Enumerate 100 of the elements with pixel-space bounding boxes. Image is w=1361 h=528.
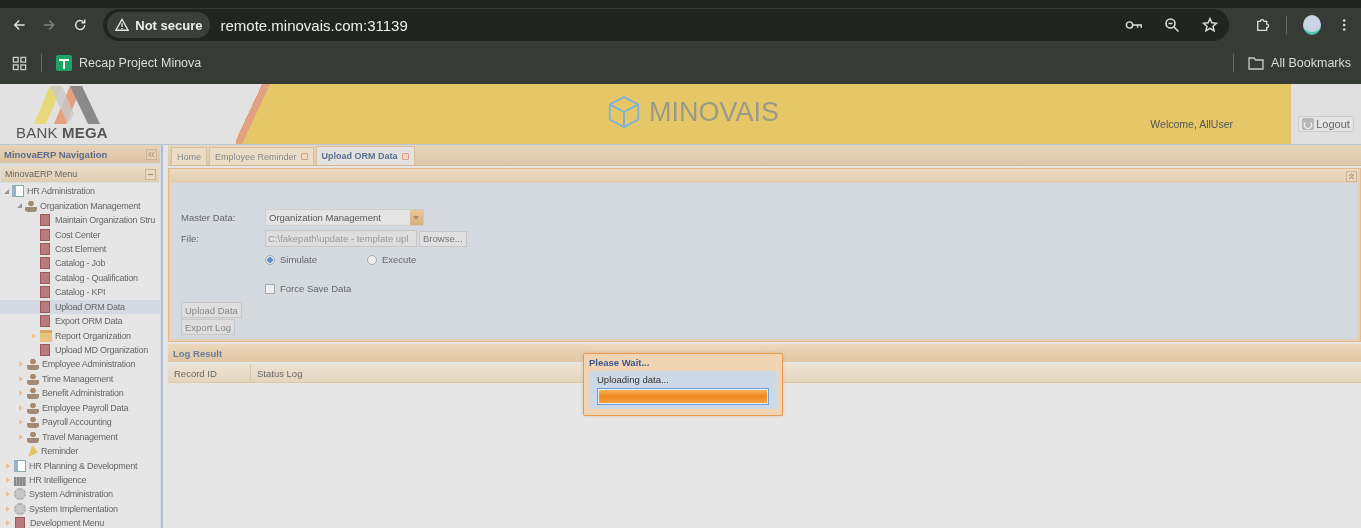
expand-arrow-icon[interactable] [6, 476, 10, 483]
welcome-text: Welcome, AllUser [1150, 118, 1233, 130]
logo-mark [32, 84, 102, 124]
tree-item[interactable]: Development Menu [0, 516, 160, 528]
tree-item[interactable]: Upload ORM Data [0, 299, 160, 314]
apps-grid-icon[interactable] [12, 55, 27, 71]
forward-icon[interactable] [42, 17, 57, 33]
gear-icon [14, 502, 26, 515]
log-result-title: Log Result [173, 347, 223, 359]
book-icon [14, 459, 26, 472]
minimize-icon[interactable] [145, 168, 156, 180]
document-icon [40, 214, 50, 227]
person-icon [27, 387, 39, 400]
book-icon [12, 185, 24, 198]
tree-item[interactable]: Catalog - Job [0, 256, 160, 271]
radio-option[interactable]: Execute [366, 254, 417, 265]
power-icon [1302, 118, 1315, 130]
close-icon[interactable] [401, 152, 409, 160]
action-button[interactable]: Upload Data [181, 302, 242, 318]
zoom-out-icon[interactable] [1163, 17, 1182, 33]
document-icon [40, 300, 50, 313]
expand-arrow-icon[interactable] [19, 419, 23, 426]
tree-item[interactable]: Travel Management [0, 429, 160, 444]
tree-item[interactable]: Catalog - KPI [0, 285, 160, 300]
back-icon[interactable] [12, 17, 27, 33]
cube-logo-icon [607, 95, 641, 129]
tree-item[interactable]: HR Planning & Development [0, 458, 160, 473]
expand-arrow-icon[interactable] [6, 491, 10, 498]
reload-icon[interactable] [72, 17, 88, 33]
tree-item[interactable]: HR Intelligence [0, 472, 160, 488]
profile-avatar[interactable] [1302, 15, 1321, 35]
logout-button[interactable]: Logout [1298, 116, 1354, 132]
person-icon [27, 416, 39, 429]
tree-item[interactable]: HR Administration [0, 184, 160, 199]
person-icon [27, 401, 39, 414]
action-button[interactable]: Export Log [181, 319, 235, 335]
field-label: File: [181, 233, 200, 244]
tree-item[interactable]: Report Organization [0, 328, 160, 343]
expand-arrow-icon[interactable] [19, 433, 23, 440]
tab[interactable]: Employee Reminder [209, 147, 314, 165]
expand-arrow-icon[interactable] [19, 375, 23, 382]
browse-button[interactable]: Browse... [419, 230, 467, 247]
expand-arrow-icon[interactable] [19, 404, 23, 411]
expand-arrow-icon[interactable] [19, 390, 23, 397]
expand-arrow-icon[interactable] [6, 462, 10, 469]
force-save-checkbox[interactable]: Force Save Data [265, 283, 352, 294]
puzzle-icon[interactable] [1255, 17, 1270, 33]
person-icon [25, 199, 37, 212]
dialog-title: Please Wait... [589, 356, 651, 370]
tab[interactable]: Home [171, 147, 207, 165]
document-icon [40, 228, 50, 241]
field-label: Master Data: [181, 212, 237, 223]
document-icon [40, 242, 50, 255]
collapse-icon[interactable] [146, 148, 157, 160]
tree-item[interactable]: Employee Payroll Data [0, 400, 160, 415]
tree-item[interactable]: Organization Management [0, 198, 160, 213]
tree-item[interactable]: Reminder [0, 443, 160, 459]
menu-title: MinovaERP Menu [5, 169, 78, 179]
star-icon[interactable] [1201, 17, 1220, 33]
tree-item[interactable]: System Administration [0, 487, 160, 502]
document-icon [15, 517, 25, 528]
tree-item[interactable]: Maintain Organization Stru [0, 212, 160, 228]
tree-item[interactable]: System Implementation [0, 501, 160, 517]
warning-icon [115, 18, 130, 32]
document-icon [40, 315, 50, 328]
collapse-up-icon[interactable] [1346, 170, 1357, 182]
url-text: remote.minovais.com:31139 [220, 16, 408, 34]
bookmark-link[interactable]: Recap Project Minova [56, 55, 202, 71]
security-chip[interactable]: Not secure [107, 12, 211, 38]
spreadsheet-icon [56, 55, 72, 71]
expand-arrow-icon[interactable] [17, 203, 22, 209]
close-icon[interactable] [300, 153, 308, 160]
tree-item[interactable]: Payroll Accounting [0, 415, 160, 430]
radio-option[interactable]: Simulate [265, 254, 317, 265]
all-bookmarks-button[interactable]: All Bookmarks [1248, 56, 1351, 70]
person-icon [27, 372, 39, 385]
tree-item[interactable]: Export ORM Data [0, 313, 160, 329]
document-icon [40, 257, 50, 270]
column-header[interactable]: Status Log [251, 364, 351, 382]
dialog-message: Uploading data... [597, 374, 670, 385]
tree-item[interactable]: Time Management [0, 371, 160, 387]
tree-item[interactable]: Cost Element [0, 241, 160, 257]
folder-icon [1248, 56, 1265, 70]
tree-item[interactable]: Cost Center [0, 227, 160, 242]
expand-arrow-icon[interactable] [6, 520, 10, 527]
expand-arrow-icon[interactable] [19, 361, 23, 368]
tab[interactable]: Upload ORM Data [315, 146, 415, 165]
master-data-dropdown[interactable]: Organization Management [265, 209, 424, 226]
tree-item[interactable]: Catalog - Qualification [0, 270, 160, 286]
folder-icon [40, 329, 52, 342]
expand-arrow-icon[interactable] [32, 332, 36, 339]
navigation-title: MinovaERP Navigation [4, 148, 108, 160]
tree-item[interactable]: Employee Administration [0, 357, 160, 372]
document-icon [40, 286, 50, 299]
expand-arrow-icon[interactable] [6, 505, 10, 512]
bank-logo-text: BANK MEGA [16, 124, 108, 141]
tree-item[interactable]: Benefit Administration [0, 386, 160, 401]
tree-item[interactable]: Upload MD Organization [0, 342, 160, 358]
column-header[interactable]: Record ID [168, 364, 251, 382]
address-bar[interactable]: Not secure remote.minovais.com:31139 [103, 9, 1230, 41]
